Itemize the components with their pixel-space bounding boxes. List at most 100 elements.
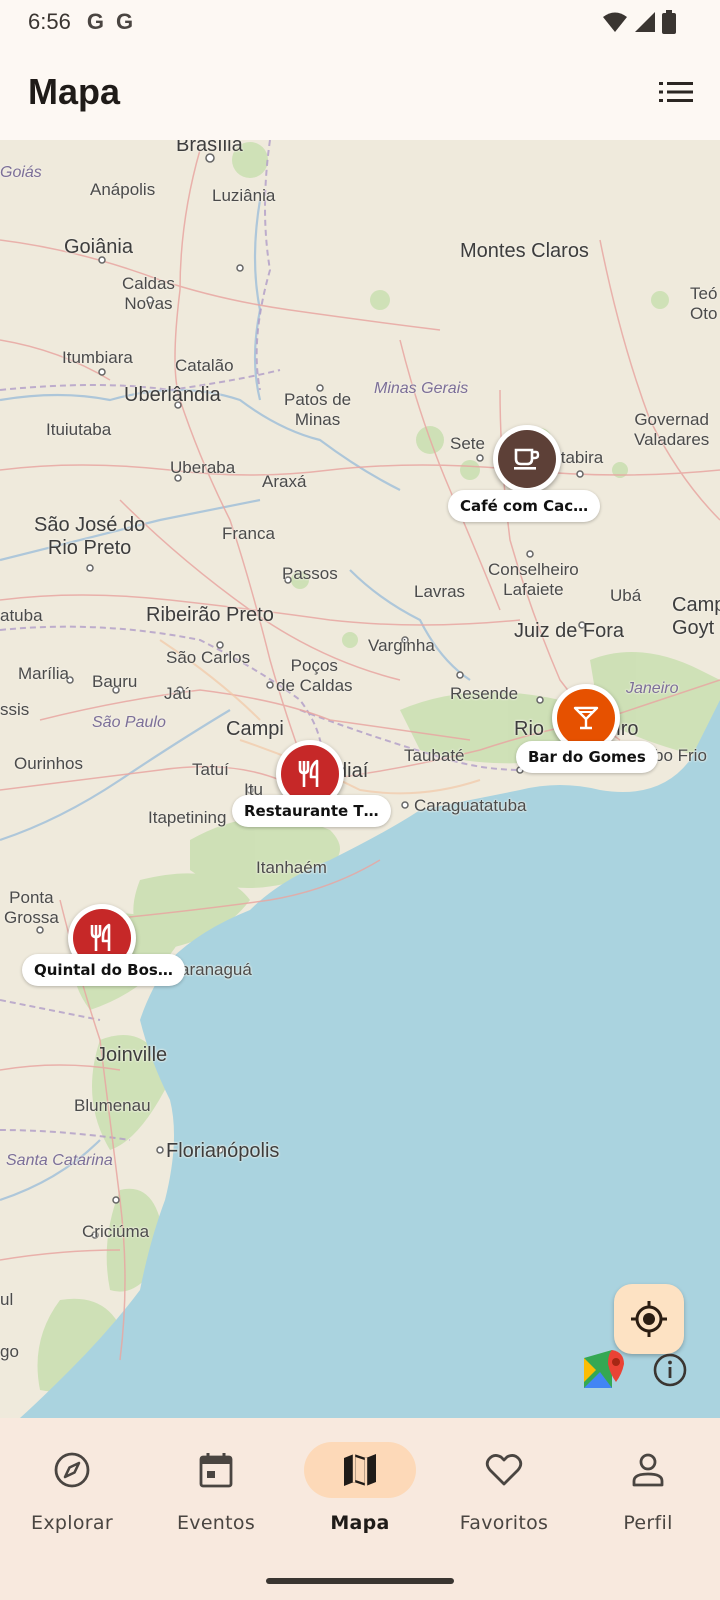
map-city-label: Ubá [610, 586, 642, 605]
nav-eventos[interactable]: Eventos [144, 1442, 288, 1552]
map-city-label: Ponta Grossa [4, 888, 59, 927]
google-notification-icon: G [86, 9, 104, 34]
nav-explorar[interactable]: Explorar [0, 1442, 144, 1552]
my-location-icon [631, 1301, 667, 1337]
nav-label: Eventos [176, 1512, 256, 1534]
list-view-button[interactable] [656, 74, 696, 110]
map-marker-label[interactable]: Café com Cac… [448, 490, 601, 522]
nav-label: Explorar [31, 1512, 113, 1534]
map-city-label: Ituiutaba [46, 420, 112, 439]
map-city-label: Itabira [556, 448, 604, 467]
restaurant-icon [298, 759, 319, 787]
nav-label: Favoritos [459, 1512, 549, 1534]
map-city-label: São José do Rio Preto [34, 514, 146, 559]
map-city-label: Varginha [368, 636, 435, 655]
map-city-label: Luziânia [212, 186, 276, 205]
map-city-label: Camp Goyt [672, 594, 720, 639]
my-location-button[interactable] [614, 1284, 684, 1354]
map-city-label: Catalão [175, 356, 234, 375]
map-city-label: Brasília [176, 140, 243, 156]
nav-favoritos[interactable]: Favoritos [432, 1442, 576, 1552]
map-city-label: Rio [514, 718, 545, 740]
map-icon [344, 1454, 376, 1486]
nav-icon-container [160, 1442, 272, 1498]
map-city-label: Anápolis [90, 180, 156, 199]
map-city-label: Conselheiro Lafaiete [488, 560, 579, 599]
map-city-label: ul [0, 1290, 14, 1309]
map-marker-label[interactable]: Quintal do Bos… [22, 954, 185, 986]
list-icon [659, 82, 693, 102]
map-city-label: Governad Valadares [634, 410, 710, 449]
google-notification-icon: G [115, 9, 134, 34]
cellular-signal-icon [635, 12, 655, 32]
heart-icon [485, 1454, 523, 1486]
map-city-label: Marília [18, 664, 70, 683]
map-city-label: Montes Claros [460, 240, 589, 262]
map-city-label: ssis [0, 700, 30, 719]
map-city-label: Lavras [414, 582, 466, 601]
map-state-label: Minas Gerais [374, 380, 469, 397]
map-city-label: Itapetining [148, 808, 227, 827]
map-state-label: Janeiro [626, 680, 679, 697]
cocktail-icon [573, 706, 599, 730]
map-city-label: São Carlos [166, 648, 251, 667]
map-city-label: Jaú [164, 684, 192, 703]
map-city-label: Goiânia [64, 236, 133, 258]
battery-icon [662, 10, 676, 34]
status-icons [602, 10, 676, 34]
nav-mapa[interactable]: Mapa [288, 1442, 432, 1552]
map-city-label: Itumbiara [62, 348, 133, 367]
map-city-label: Sete [450, 434, 485, 453]
map-city-label: Teó Oto [690, 284, 718, 323]
info-icon[interactable] [652, 1352, 688, 1388]
map-city-label: Florianópolis [166, 1140, 280, 1162]
map-marker-label[interactable]: Restaurante T… [232, 795, 391, 827]
map-city-label: atuba [0, 606, 43, 625]
map-state-label: São Paulo [92, 714, 166, 731]
map-city-label: Patos de Minas [284, 390, 352, 429]
google-maps-logo-icon[interactable] [582, 1348, 626, 1390]
nav-icon-container [16, 1442, 128, 1498]
map-city-label: Poços de Caldas [276, 656, 353, 695]
map-city-label: Criciúma [82, 1222, 150, 1241]
map-city-label: Blumenau [74, 1096, 151, 1115]
page-title: Mapa [28, 71, 121, 112]
compass-icon [54, 1452, 90, 1488]
bottom-navigation: Explorar Eventos Mapa Favoritos Perfil [0, 1418, 720, 1600]
nav-label: Perfil [623, 1512, 673, 1534]
home-indicator[interactable] [266, 1578, 454, 1584]
map-city-label: Juiz de Fora [514, 620, 625, 642]
nav-label: Mapa [330, 1512, 390, 1534]
marker-icon-circle [557, 689, 615, 747]
nav-perfil[interactable]: Perfil [576, 1442, 720, 1552]
map-city-label: Bauru [92, 672, 138, 691]
map-city-label: aranaguá [180, 960, 252, 979]
map-view[interactable]: Brasília Goiás Anápolis Luziânia Goiânia… [0, 140, 720, 1418]
map-marker-label[interactable]: Bar do Gomes [516, 741, 658, 773]
calendar-icon [199, 1453, 233, 1488]
map-state-label: Santa Catarina [6, 1152, 113, 1169]
map-city-label: Franca [222, 524, 275, 543]
person-icon [632, 1453, 664, 1487]
map-city-label: Joinville [96, 1044, 168, 1066]
map-city-label: Caldas Novas [122, 274, 175, 313]
map-state-label: Goiás [0, 164, 42, 181]
map-city-label: Taubaté [404, 746, 465, 765]
map-city-label: Campi [226, 718, 284, 740]
wifi-icon [603, 12, 627, 32]
status-time: 6:56 [28, 9, 71, 34]
map-marker-cafe[interactable] [493, 425, 561, 493]
status-bar: 6:56 G G [0, 0, 720, 44]
map-city-label: Ribeirão Preto [146, 604, 274, 626]
map-city-label: go [0, 1342, 19, 1361]
map-city-label: Itanhaém [256, 858, 327, 877]
marker-icon-circle [498, 430, 556, 488]
restaurant-icon [90, 923, 111, 951]
map-city-label: Caraguatatuba [414, 796, 527, 815]
map-city-label: Uberlândia [124, 384, 221, 406]
map-city-label: Araxá [262, 472, 307, 491]
map-city-label: bo Frio [654, 746, 707, 765]
app-bar: Mapa [0, 44, 720, 140]
coffee-icon [514, 448, 540, 470]
map-city-label: Uberaba [170, 458, 236, 477]
